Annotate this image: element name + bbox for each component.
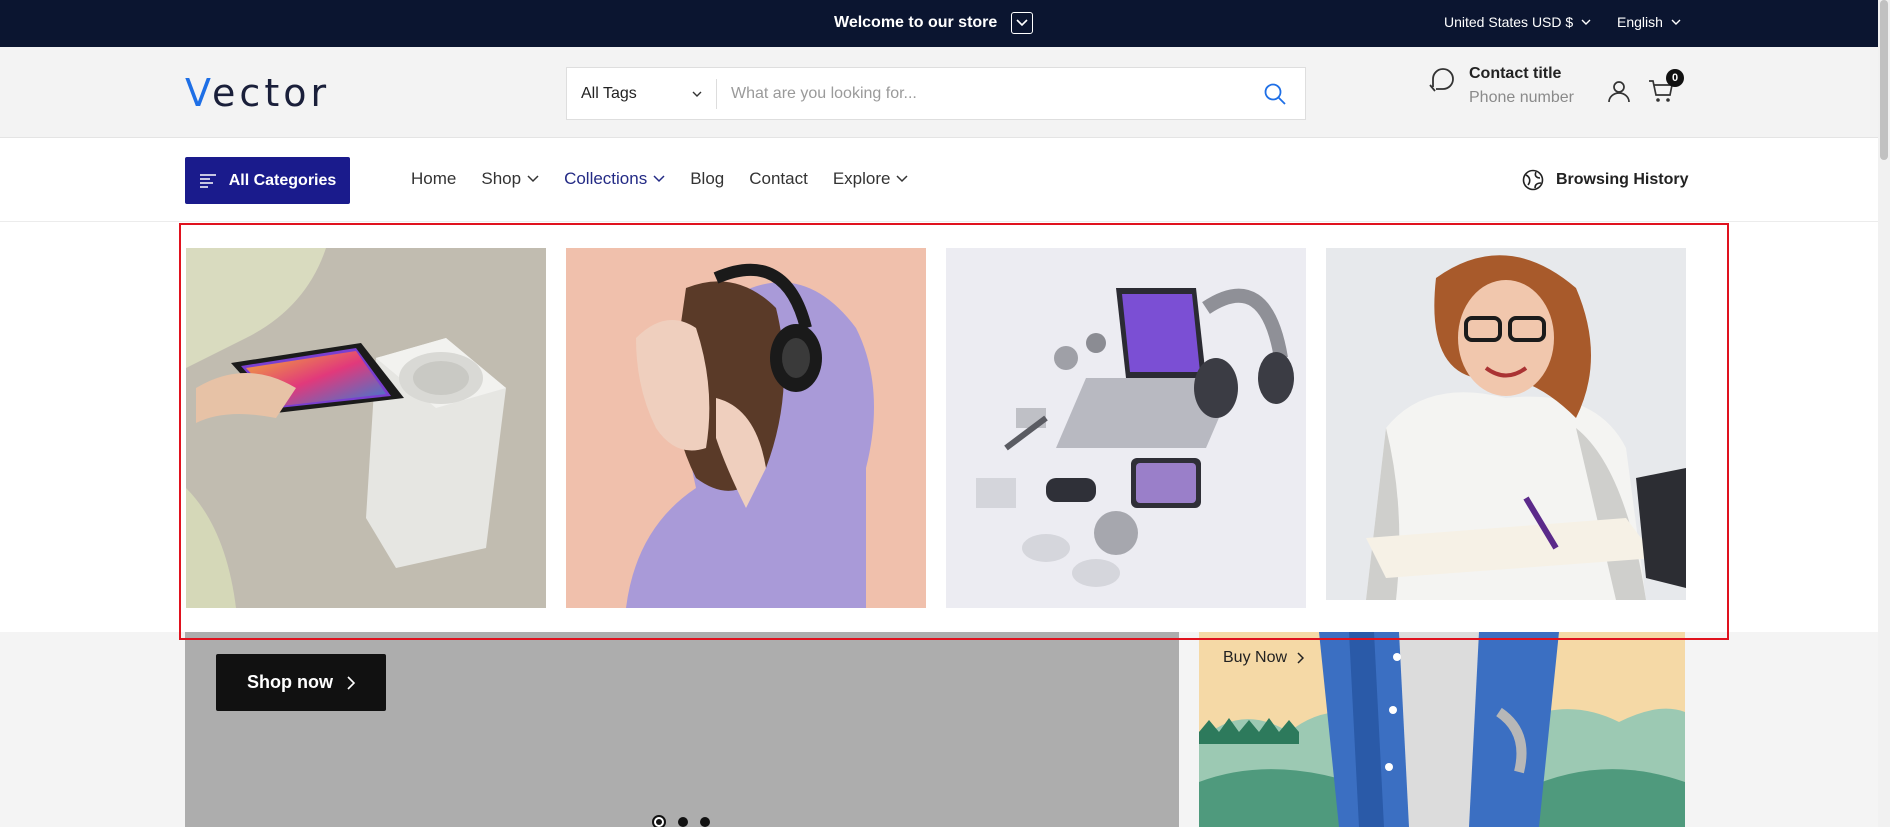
collection-tile-3[interactable] bbox=[946, 248, 1306, 608]
slider-dot[interactable] bbox=[700, 817, 710, 827]
currency-selector[interactable]: United States USD $ bbox=[1444, 14, 1591, 30]
contact-phone: Phone number bbox=[1469, 89, 1574, 106]
slider-dots bbox=[652, 815, 710, 827]
globe-icon bbox=[1522, 169, 1544, 191]
browsing-history-link[interactable]: Browsing History bbox=[1522, 169, 1688, 191]
nav-item-shop[interactable]: Shop bbox=[481, 169, 539, 189]
cart-count-badge: 0 bbox=[1666, 69, 1684, 87]
search-category-label: All Tags bbox=[581, 84, 637, 102]
shop-now-label: Shop now bbox=[247, 672, 333, 692]
buy-now-label: Buy Now bbox=[1223, 649, 1288, 666]
announcement-bar: Welcome to our store United States USD $… bbox=[0, 0, 1878, 47]
currency-label: United States USD $ bbox=[1444, 14, 1574, 30]
all-categories-label: All Categories bbox=[228, 171, 337, 189]
browsing-history-label: Browsing History bbox=[1556, 171, 1689, 188]
nav-label: Blog bbox=[690, 169, 725, 188]
logo-letter: V bbox=[185, 71, 213, 115]
search-bar: All Tags What are you looking for... bbox=[566, 67, 1306, 120]
chevron-down-icon bbox=[1581, 19, 1591, 25]
site-header: Vector All Tags What are you looking for… bbox=[0, 47, 1878, 138]
smiling-woman-writing-photo bbox=[1326, 248, 1686, 600]
nav-label: Shop bbox=[481, 169, 522, 188]
nav-item-collections[interactable]: Collections bbox=[564, 169, 665, 189]
nav-item-blog[interactable]: Blog bbox=[690, 169, 724, 189]
collection-tile-2[interactable] bbox=[566, 248, 926, 608]
nav-item-explore[interactable]: Explore bbox=[833, 169, 909, 189]
nav-label: Home bbox=[411, 169, 457, 188]
collection-tile-1[interactable] bbox=[186, 248, 546, 608]
woman-wearing-headphones-photo bbox=[566, 248, 926, 608]
chevron-right-icon bbox=[1297, 652, 1305, 664]
search-button[interactable] bbox=[1245, 82, 1305, 106]
chevron-down-icon bbox=[527, 175, 539, 183]
user-icon bbox=[1608, 81, 1630, 103]
store-logo[interactable]: Vector bbox=[185, 71, 330, 115]
collection-tile-4[interactable] bbox=[1326, 248, 1686, 600]
menu-icon bbox=[199, 173, 216, 188]
main-navigation: All Categories Home Shop Collections Blo… bbox=[0, 138, 1878, 222]
contact-info[interactable]: Contact title Phone number bbox=[1427, 65, 1574, 107]
language-label: English bbox=[1617, 14, 1663, 30]
page-scrollbar[interactable] bbox=[1878, 0, 1890, 827]
laptop-and-gadgets-flatlay-photo bbox=[946, 248, 1306, 608]
account-button[interactable] bbox=[1607, 79, 1631, 108]
scrollbar-thumb[interactable] bbox=[1880, 0, 1888, 160]
language-selector[interactable]: English bbox=[1617, 14, 1681, 30]
slider-dot[interactable] bbox=[678, 817, 688, 827]
nav-links: Home Shop Collections Blog Contact Explo… bbox=[411, 169, 909, 189]
nav-label: Contact bbox=[749, 169, 808, 188]
search-icon bbox=[1264, 83, 1286, 105]
contact-title: Contact title bbox=[1469, 65, 1562, 82]
logo-text: ector bbox=[212, 71, 331, 115]
all-categories-button[interactable]: All Categories bbox=[185, 157, 350, 204]
chevron-down-icon bbox=[653, 175, 665, 183]
welcome-message[interactable]: Welcome to our store bbox=[834, 12, 1034, 34]
chevron-down-icon bbox=[692, 91, 702, 97]
chevron-down-icon bbox=[1671, 19, 1681, 25]
chat-icon bbox=[1429, 68, 1454, 92]
welcome-text: Welcome to our store bbox=[834, 14, 998, 31]
chevron-down-icon[interactable] bbox=[1011, 12, 1034, 34]
nav-item-contact[interactable]: Contact bbox=[749, 169, 808, 189]
search-category-select[interactable]: All Tags bbox=[567, 78, 717, 109]
nav-label: Explore bbox=[832, 169, 891, 188]
buy-now-link[interactable]: Buy Now bbox=[1223, 649, 1305, 667]
search-input[interactable]: What are you looking for... bbox=[717, 85, 1245, 103]
nav-label: Collections bbox=[564, 169, 648, 188]
nav-item-home[interactable]: Home bbox=[411, 169, 456, 189]
smartphone-and-smart-speaker-photo bbox=[186, 248, 546, 608]
chevron-right-icon bbox=[347, 675, 355, 690]
shop-now-button[interactable]: Shop now bbox=[216, 654, 386, 711]
slider-dot-active[interactable] bbox=[652, 815, 666, 827]
chevron-down-icon bbox=[896, 175, 909, 183]
